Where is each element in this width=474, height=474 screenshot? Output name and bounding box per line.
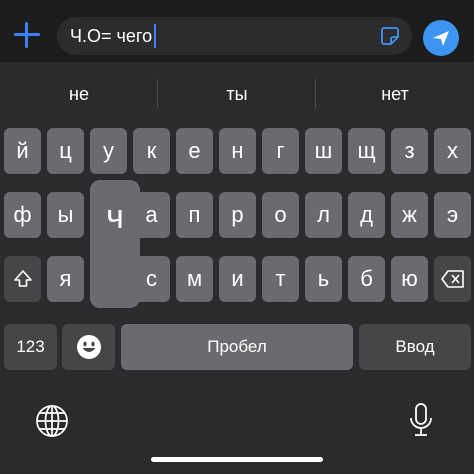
key-т[interactable]: т bbox=[262, 256, 299, 302]
key-ф[interactable]: ф bbox=[4, 192, 41, 238]
message-input-text: Ч.О= чего bbox=[70, 25, 153, 46]
shift-key[interactable] bbox=[4, 256, 41, 302]
key-щ[interactable]: щ bbox=[348, 128, 385, 174]
key-м[interactable]: м bbox=[176, 256, 213, 302]
key-ц[interactable]: ц bbox=[47, 128, 84, 174]
globe-icon[interactable] bbox=[35, 404, 69, 438]
key-х[interactable]: х bbox=[434, 128, 471, 174]
emoji-key[interactable] bbox=[62, 324, 115, 370]
key-о[interactable]: о bbox=[262, 192, 299, 238]
message-input[interactable]: Ч.О= чего bbox=[57, 17, 412, 55]
key-ш[interactable]: ш bbox=[305, 128, 342, 174]
message-bar: Ч.О= чего bbox=[0, 0, 474, 62]
keyboard: не ты нет й ц у к е н г ш щ з х ф ы в а … bbox=[0, 62, 474, 474]
key-ж[interactable]: ж bbox=[391, 192, 428, 238]
plus-icon[interactable] bbox=[12, 20, 42, 50]
microphone-icon[interactable] bbox=[408, 402, 434, 440]
key-й[interactable]: й bbox=[4, 128, 41, 174]
key-ю[interactable]: ю bbox=[391, 256, 428, 302]
sticker-icon[interactable] bbox=[380, 26, 400, 46]
delete-key[interactable] bbox=[434, 256, 471, 302]
key-э[interactable]: э bbox=[434, 192, 471, 238]
key-ь[interactable]: ь bbox=[305, 256, 342, 302]
numbers-key[interactable]: 123 bbox=[4, 324, 57, 370]
key-к[interactable]: к bbox=[133, 128, 170, 174]
key-з[interactable]: з bbox=[391, 128, 428, 174]
space-key[interactable]: Пробел bbox=[121, 324, 353, 370]
suggestion-1[interactable]: не bbox=[0, 62, 158, 126]
emoji-icon bbox=[76, 335, 101, 359]
key-л[interactable]: л bbox=[305, 192, 342, 238]
key-preview-popup: ч bbox=[90, 180, 140, 308]
home-indicator bbox=[151, 457, 323, 462]
key-д[interactable]: д bbox=[348, 192, 385, 238]
key-ы[interactable]: ы bbox=[47, 192, 84, 238]
suggestion-3[interactable]: нет bbox=[316, 62, 474, 126]
key-и[interactable]: и bbox=[219, 256, 256, 302]
key-б[interactable]: б bbox=[348, 256, 385, 302]
key-г[interactable]: г bbox=[262, 128, 299, 174]
key-н[interactable]: н bbox=[219, 128, 256, 174]
key-у[interactable]: у bbox=[90, 128, 127, 174]
send-button[interactable] bbox=[423, 20, 459, 56]
key-п[interactable]: п bbox=[176, 192, 213, 238]
enter-key[interactable]: Ввод bbox=[359, 324, 471, 370]
key-е[interactable]: е bbox=[176, 128, 213, 174]
send-icon bbox=[433, 31, 449, 46]
backspace-icon bbox=[440, 270, 464, 288]
shift-icon bbox=[13, 270, 32, 287]
key-р[interactable]: р bbox=[219, 192, 256, 238]
key-я[interactable]: я bbox=[47, 256, 84, 302]
text-caret bbox=[154, 24, 157, 48]
suggestion-2[interactable]: ты bbox=[158, 62, 316, 126]
